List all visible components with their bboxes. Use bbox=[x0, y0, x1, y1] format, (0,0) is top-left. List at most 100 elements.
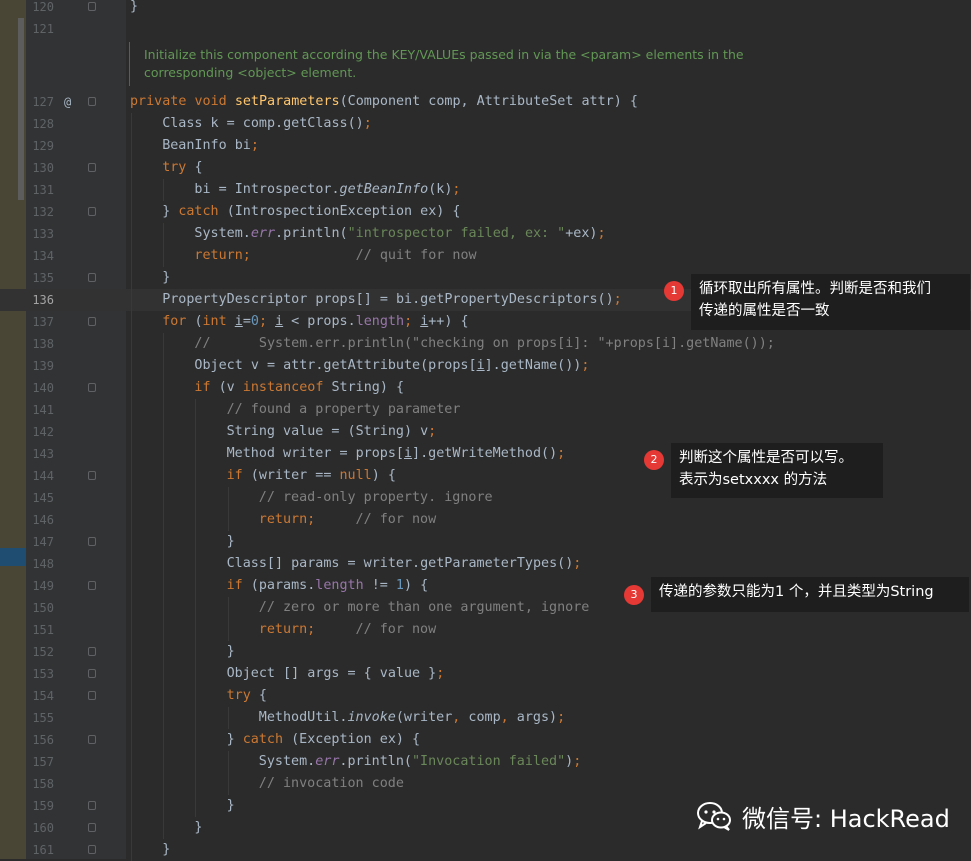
fold-marker-icon[interactable] bbox=[88, 537, 96, 546]
code-text: // System.err.println("checking on props… bbox=[194, 336, 775, 351]
fold-marker-icon[interactable] bbox=[88, 97, 96, 106]
fold-marker-icon[interactable] bbox=[88, 669, 96, 678]
fold-marker-icon[interactable] bbox=[88, 207, 96, 216]
line-number: 135 bbox=[32, 271, 54, 285]
indent-guide bbox=[195, 487, 197, 509]
indent-guide bbox=[131, 113, 132, 135]
indent-guide bbox=[131, 421, 132, 443]
indent-guide bbox=[131, 179, 132, 201]
fold-marker-icon[interactable] bbox=[88, 647, 96, 656]
code-text: } catch (IntrospectionException ex) { bbox=[162, 204, 461, 219]
code-text: MethodUtil.invoke(writer, comp, args); bbox=[258, 710, 566, 725]
code-text: } bbox=[162, 842, 171, 857]
indent-guide bbox=[131, 201, 132, 223]
indent-guide bbox=[195, 663, 197, 685]
indent-guide bbox=[227, 509, 229, 531]
code-line[interactable]: 157 System.err.println("Invocation failed… bbox=[0, 751, 971, 773]
fold-marker-icon[interactable] bbox=[88, 735, 96, 744]
line-number: 133 bbox=[32, 227, 54, 241]
fold-marker-icon[interactable] bbox=[88, 2, 96, 11]
indent-guide bbox=[131, 311, 132, 333]
code-text: Class[] params = writer.getParameterType… bbox=[226, 556, 582, 571]
code-line[interactable]: 120} bbox=[0, 0, 971, 18]
line-number: 161 bbox=[32, 843, 54, 857]
override-marker-icon[interactable]: @ bbox=[64, 91, 71, 113]
code-line[interactable]: 146 return; // for now bbox=[0, 509, 971, 531]
line-number: 136 bbox=[32, 293, 54, 307]
fold-marker-icon[interactable] bbox=[88, 383, 96, 392]
indent-guide bbox=[163, 531, 165, 553]
indent-guide bbox=[131, 773, 132, 795]
fold-marker-icon[interactable] bbox=[88, 691, 96, 700]
fold-marker-icon[interactable] bbox=[88, 273, 96, 282]
code-line[interactable]: 148 Class[] params = writer.getParameterT… bbox=[0, 553, 971, 575]
line-number: 121 bbox=[32, 22, 54, 36]
code-line[interactable]: 127 @ private void setParameters(Component… bbox=[0, 91, 971, 113]
line-number: 143 bbox=[32, 447, 54, 461]
indent-guide bbox=[195, 751, 197, 773]
code-line[interactable]: 154 try { bbox=[0, 685, 971, 707]
fold-marker-icon[interactable] bbox=[88, 801, 96, 810]
indent-guide bbox=[163, 245, 165, 267]
fold-marker-icon[interactable] bbox=[88, 823, 96, 832]
code-line[interactable]: 130 try { bbox=[0, 157, 971, 179]
fold-marker-icon[interactable] bbox=[88, 581, 96, 590]
line-number: 153 bbox=[32, 667, 54, 681]
code-text: BeanInfo bi; bbox=[162, 138, 259, 153]
code-line[interactable]: 129 BeanInfo bi; bbox=[0, 135, 971, 157]
indent-guide bbox=[163, 553, 165, 575]
code-line[interactable]: 161} bbox=[0, 839, 971, 861]
code-line[interactable]: 133 System.err.println("introspector fail… bbox=[0, 223, 971, 245]
indent-guide bbox=[131, 465, 132, 487]
code-text: bi = Introspector.getBeanInfo(k); bbox=[194, 182, 461, 197]
annotation-note-2: 判断这个属性是否可以写。 表示为setxxxx 的方法 bbox=[671, 443, 883, 498]
code-line[interactable]: 141 // found a property parameter bbox=[0, 399, 971, 421]
code-line[interactable]: 158 // invocation code bbox=[0, 773, 971, 795]
line-number: 149 bbox=[32, 579, 54, 593]
code-line[interactable]: 140 if (v instanceof String) { bbox=[0, 377, 971, 399]
fold-marker-icon[interactable] bbox=[88, 317, 96, 326]
indent-guide bbox=[227, 751, 229, 773]
code-text: try { bbox=[226, 688, 267, 703]
code-line[interactable]: 153 Object [] args = { value }; bbox=[0, 663, 971, 685]
code-line[interactable]: 138 // System.err.println("checking on pr… bbox=[0, 333, 971, 355]
code-line[interactable]: 151 return; // for now bbox=[0, 619, 971, 641]
code-line[interactable]: 156} catch (Exception ex) { bbox=[0, 729, 971, 751]
code-text: } bbox=[226, 644, 235, 659]
fold-marker-icon[interactable] bbox=[88, 845, 96, 854]
indent-guide bbox=[163, 179, 165, 201]
indent-guide bbox=[195, 619, 197, 641]
line-number: 158 bbox=[32, 777, 54, 791]
annotation-note-3: 传递的参数只能为1 个，并且类型为String bbox=[651, 577, 969, 612]
indent-guide bbox=[131, 751, 132, 773]
code-line[interactable]: 132 } catch (IntrospectionException ex) { bbox=[0, 201, 971, 223]
annotation-note-1: 循环取出所有属性。判断是否和我们 传递的属性是否一致 bbox=[691, 274, 970, 330]
annotation-2-line-2: 表示为setxxxx 的方法 bbox=[679, 472, 828, 488]
line-number: 132 bbox=[32, 205, 54, 219]
code-line[interactable]: 134 return; // quit for now bbox=[0, 245, 971, 267]
indent-guide bbox=[195, 465, 197, 487]
indent-guide bbox=[227, 619, 229, 641]
indent-guide bbox=[163, 333, 165, 355]
fold-marker-icon[interactable] bbox=[88, 471, 96, 480]
code-text: if (v instanceof String) { bbox=[194, 380, 405, 395]
code-line[interactable]: 139 Object v = attr.getAttribute(props[i]… bbox=[0, 355, 971, 377]
indent-guide bbox=[227, 707, 229, 729]
code-line[interactable]: 142 String value = (String) v; bbox=[0, 421, 971, 443]
code-line[interactable]: 155 MethodUtil.invoke(writer, comp, args)… bbox=[0, 707, 971, 729]
code-line[interactable]: 128 Class k = comp.getClass(); bbox=[0, 113, 971, 135]
code-line[interactable]: 152} bbox=[0, 641, 971, 663]
line-number: 159 bbox=[32, 799, 54, 813]
indent-guide bbox=[131, 597, 132, 619]
code-line[interactable]: 121 bbox=[0, 18, 971, 40]
annotation-badge-2: 2 bbox=[644, 450, 664, 470]
indent-guide bbox=[195, 597, 197, 619]
code-line[interactable]: 131 bi = Introspector.getBeanInfo(k); bbox=[0, 179, 971, 201]
fold-marker-icon[interactable] bbox=[88, 163, 96, 172]
code-line[interactable]: 147} bbox=[0, 531, 971, 553]
indent-guide bbox=[163, 619, 165, 641]
code-text: Method writer = props[i].getWriteMethod(… bbox=[226, 446, 566, 461]
line-number: 127 bbox=[32, 95, 54, 109]
indent-guide bbox=[163, 795, 165, 817]
indent-guide bbox=[195, 773, 197, 795]
